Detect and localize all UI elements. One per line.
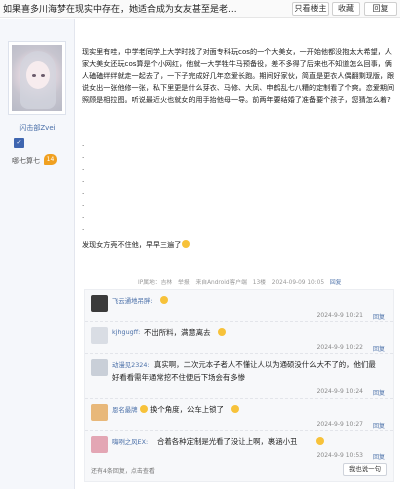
- post-meta: IP属地：吉林 举报 来自Android客户端 13楼 2024-09-09 1…: [138, 277, 345, 286]
- emoji-icon: [231, 405, 239, 413]
- commenter-name[interactable]: 飞云通地吊胖:: [112, 296, 153, 305]
- commenter-avatar[interactable]: [91, 404, 108, 421]
- comment-item: kjhgugff: 不出所料，满意离去 2024-9-9 10:22 回复: [85, 322, 393, 354]
- comment-reply-link[interactable]: 回复: [373, 312, 385, 321]
- commenter-avatar[interactable]: [91, 359, 108, 376]
- comment-text-continued: 好看看需年通常挖不住便后下场会有多惨: [112, 373, 246, 382]
- commenter-name[interactable]: 嗨咧之风EX:: [112, 437, 148, 446]
- client-source: 来自Android客户端: [195, 280, 247, 286]
- level-badge: 14: [44, 154, 57, 165]
- add-comment-button[interactable]: 我也说一句: [343, 463, 387, 476]
- favorite-button[interactable]: 收藏: [332, 2, 360, 16]
- comment-item: 飞云通地吊胖: 2024-9-9 10:21 回复: [85, 290, 393, 322]
- more-replies-link[interactable]: 还有4条回复，点击查看: [91, 466, 155, 475]
- post-time: 2024-09-09 10:05: [271, 280, 325, 286]
- comment-reply-link[interactable]: 回复: [373, 421, 385, 430]
- commenter-avatar[interactable]: [91, 295, 108, 312]
- comment-list: 飞云通地吊胖: 2024-9-9 10:21 回复 kjhgugff: 不出所料…: [84, 289, 394, 482]
- comment-text: 合着各种定制是光看了没让上啊，裹涵小丑: [157, 437, 298, 446]
- comment-item: 嗨咧之风EX: 合着各种定制是光看了没让上啊，裹涵小丑 2024-9-9 10:…: [85, 431, 393, 463]
- comment-item: 动漫见2324: 真实啊，二次元本子者人不懂让人以为通硕没什么大不了的，他们最 …: [85, 354, 393, 399]
- floor-number: 13楼: [252, 280, 266, 286]
- emoji-icon: [316, 437, 324, 445]
- post-dots: · · · · · · · ·: [82, 142, 85, 234]
- emoji-icon: [218, 328, 226, 336]
- commenter-avatar[interactable]: [91, 327, 108, 344]
- commenter-avatar[interactable]: [91, 436, 108, 453]
- title-bar: 如果喜多川海梦在现实中存在，她适合成为女友甚至是老... 只看楼主 收藏 回复: [0, 0, 400, 18]
- comment-reply-link[interactable]: 回复: [373, 452, 385, 461]
- report-link[interactable]: 举报: [178, 280, 190, 286]
- post-closing-line: 发现女方壳不住他，早早三遍了: [82, 240, 191, 250]
- comment-time: 2024-9-9 10:27: [316, 421, 363, 428]
- avatar-image: [12, 45, 62, 111]
- reply-button[interactable]: 回复: [364, 2, 397, 16]
- level-title: 哪七算七: [12, 157, 40, 165]
- user-panel: 闪击部Zvei ✓ 哪七算七 14: [0, 19, 75, 489]
- closing-text: 发现女方壳不住他，早早三遍了: [82, 240, 182, 249]
- comment-reply-link[interactable]: 回复: [373, 344, 385, 353]
- comment-time: 2024-9-9 10:22: [316, 344, 363, 351]
- laugh-emoji-icon: [182, 240, 191, 248]
- avatar[interactable]: [8, 41, 66, 115]
- emoji-icon: [140, 405, 148, 413]
- username[interactable]: 闪击部Zvei: [0, 123, 75, 133]
- comment-text: 不出所料，满意离去: [144, 328, 211, 337]
- post-content: 现实里有哇，中学老同学上大学时找了对面专科玩cos的一个大美女，一开始他都没抱太…: [82, 46, 395, 106]
- meta-reply-link[interactable]: 回复: [330, 280, 342, 286]
- comment-text: 换个角度，公车上锁了: [150, 405, 224, 414]
- commenter-name[interactable]: kjhgugff:: [112, 328, 140, 336]
- post-paragraph: 现实里有哇，中学老同学上大学时找了对面专科玩cos的一个大美女，一开始他都没抱太…: [82, 47, 395, 104]
- ip-location: IP属地：吉林: [138, 280, 173, 286]
- comment-time: 2024-9-9 10:21: [316, 312, 363, 319]
- comment-reply-link[interactable]: 回复: [373, 388, 385, 397]
- comment-text: 真实啊，二次元本子者人不懂让人以为通硕没什么大不了的，他们最: [154, 360, 376, 369]
- comment-time: 2024-9-9 10:53: [316, 452, 363, 459]
- only-op-button[interactable]: 只看楼主: [292, 2, 329, 16]
- commenter-name[interactable]: 恩名最牌: [112, 405, 138, 414]
- emoji-icon: [160, 296, 168, 304]
- member-badge-icon: ✓: [14, 138, 24, 148]
- comment-item: 恩名最牌 换个角度，公车上锁了 2024-9-9 10:27 回复: [85, 399, 393, 431]
- thread-title: 如果喜多川海梦在现实中存在，她适合成为女友甚至是老...: [3, 5, 237, 15]
- commenter-name[interactable]: 动漫见2324:: [112, 360, 150, 369]
- comment-time: 2024-9-9 10:24: [316, 388, 363, 395]
